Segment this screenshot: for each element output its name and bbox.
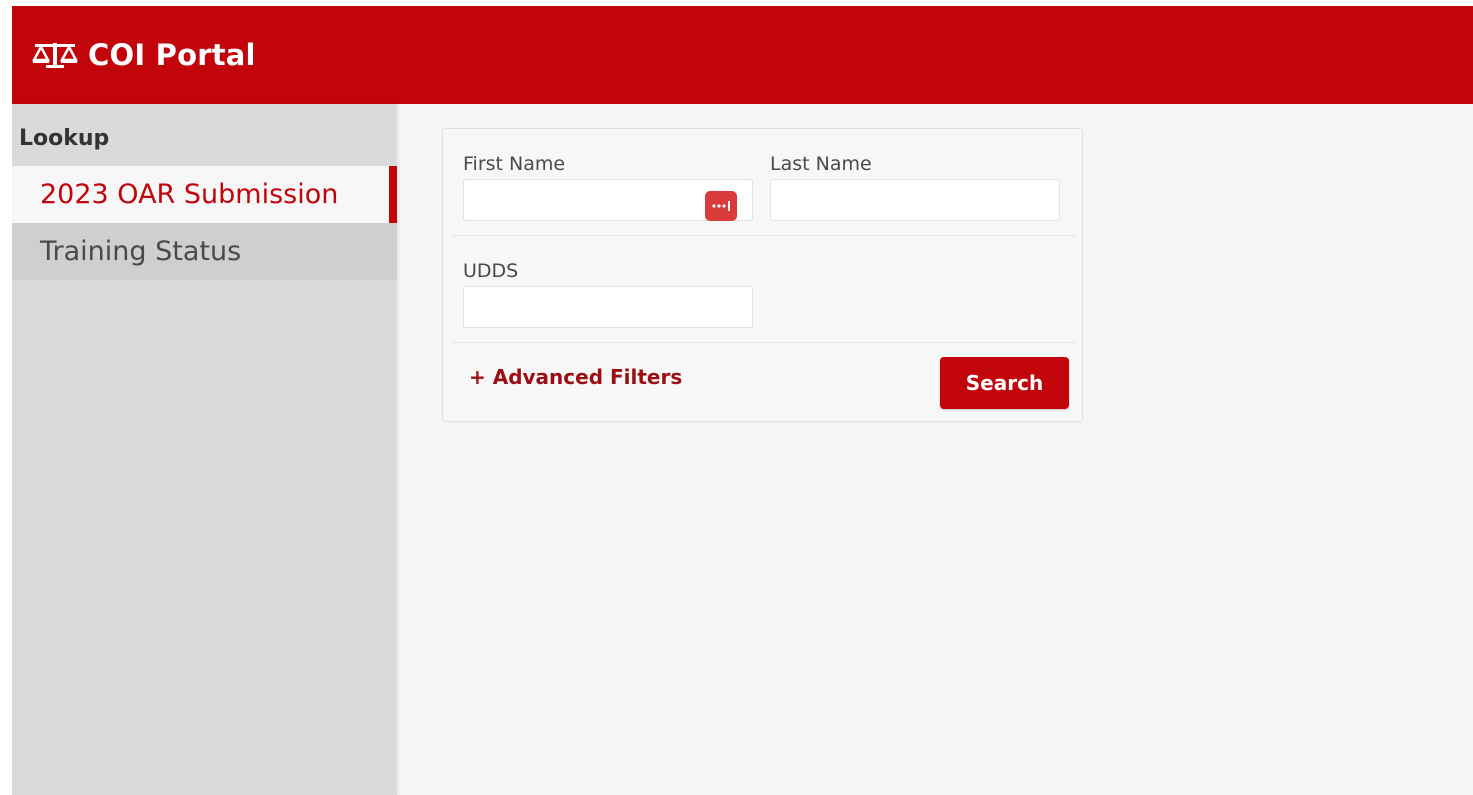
search-card: First Name Last Name UDDS + Advanced Fil… xyxy=(442,128,1083,422)
sidebar-item-label: Training Status xyxy=(40,236,242,267)
sidebar: Lookup 2023 OAR Submission Training Stat… xyxy=(12,104,397,795)
form-divider xyxy=(451,342,1076,343)
app-frame: COI Portal Lookup 2023 OAR Submission Tr… xyxy=(12,6,1473,795)
udds-label: UDDS xyxy=(463,260,519,282)
last-name-input[interactable] xyxy=(770,179,1060,221)
last-name-label: Last Name xyxy=(770,153,872,175)
app-header: COI Portal xyxy=(12,6,1473,104)
sidebar-item-label: 2023 OAR Submission xyxy=(40,179,339,210)
password-manager-icon[interactable] xyxy=(705,191,737,221)
sidebar-section-label: Lookup xyxy=(19,126,110,151)
udds-input[interactable] xyxy=(463,286,753,328)
first-name-label: First Name xyxy=(463,153,566,175)
advanced-filters-link[interactable]: + Advanced Filters xyxy=(469,365,682,389)
app-title: COI Portal xyxy=(88,38,256,72)
balance-scale-icon xyxy=(31,40,79,70)
search-button[interactable]: Search xyxy=(940,357,1069,409)
sidebar-item-oar-submission[interactable]: 2023 OAR Submission xyxy=(12,166,397,223)
form-divider xyxy=(451,235,1076,236)
sidebar-item-training-status[interactable]: Training Status xyxy=(12,223,397,280)
